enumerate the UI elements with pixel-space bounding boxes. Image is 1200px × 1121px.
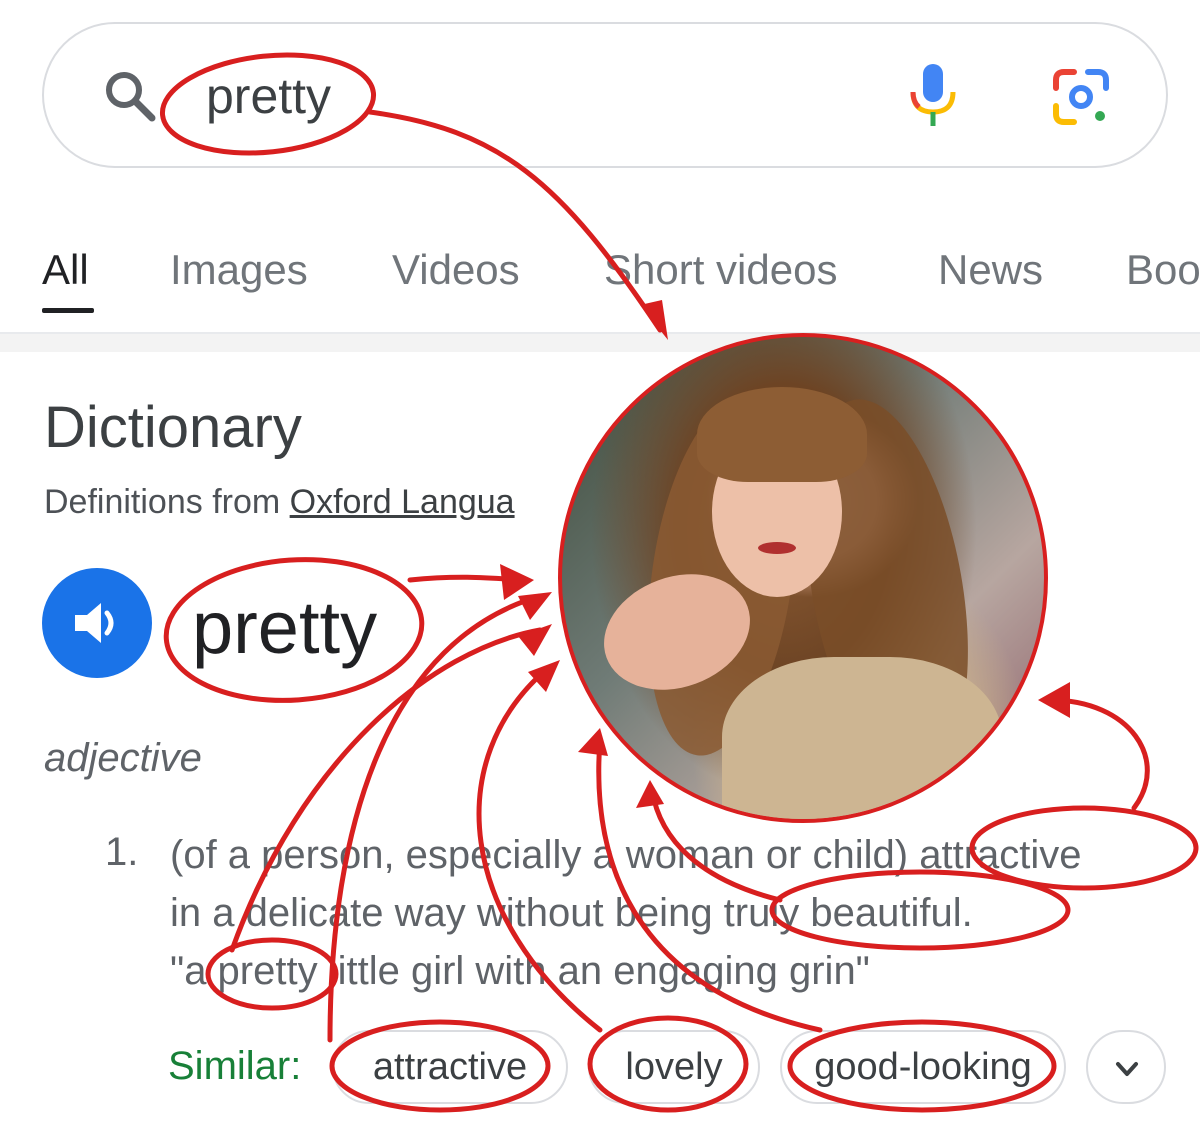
search-query-text[interactable]: pretty: [206, 66, 331, 126]
speaker-icon: [75, 603, 114, 643]
tab-short-videos[interactable]: Short videos: [604, 246, 837, 294]
tab-images[interactable]: Images: [170, 246, 308, 294]
active-tab-indicator: [42, 308, 94, 313]
chevron-down-icon: [1116, 1062, 1138, 1076]
annotation-arrowhead: [518, 624, 552, 656]
annotation-arrowhead: [528, 660, 560, 692]
photo-shape: [758, 542, 796, 554]
similar-label: Similar:: [168, 1044, 302, 1088]
dictionary-source-prefix: Definitions from: [44, 483, 290, 521]
google-lens-icon[interactable]: [1050, 66, 1112, 128]
annotation-arrowhead: [1038, 682, 1070, 718]
annotation-arrowhead: [500, 564, 534, 600]
annotation-arrowhead: [636, 780, 664, 808]
search-tabs: All Images Videos Short videos News Boo: [0, 236, 1200, 326]
definition-line: in a delicate way without being truly be…: [170, 891, 973, 935]
similar-chip-attractive[interactable]: attractive: [332, 1030, 568, 1104]
oxford-languages-link[interactable]: Oxford Langua: [290, 483, 515, 521]
definition-number: 1.: [105, 830, 139, 874]
tab-all[interactable]: All: [42, 246, 89, 294]
microphone-icon[interactable]: [905, 62, 961, 128]
pronunciation-button[interactable]: [42, 568, 152, 678]
annotation-arrow: [1047, 697, 1150, 811]
portrait-photo: [558, 333, 1048, 823]
annotation-arrowhead: [578, 728, 608, 756]
search-icon[interactable]: [100, 66, 160, 126]
dictionary-source: Definitions from Oxford Langua: [44, 483, 515, 522]
dictionary-heading: Dictionary: [44, 395, 302, 460]
photo-shape: [697, 387, 867, 482]
tab-books[interactable]: Boo: [1126, 246, 1200, 294]
similar-chip-lovely[interactable]: lovely: [588, 1030, 760, 1104]
dictionary-word: pretty: [192, 586, 378, 669]
section-separator: [0, 334, 1200, 352]
annotation-arrowhead: [518, 592, 552, 620]
definition-line: (of a person, especially a woman or chil…: [170, 833, 1082, 877]
more-similar-button[interactable]: [1086, 1030, 1166, 1104]
definition-text: (of a person, especially a woman or chil…: [170, 826, 1180, 1000]
example-sentence: "a pretty little girl with an engaging g…: [170, 949, 870, 993]
part-of-speech: adjective: [44, 736, 202, 780]
annotation-arrow: [407, 574, 523, 583]
tab-videos[interactable]: Videos: [392, 246, 520, 294]
photo-shape: [722, 657, 1002, 819]
similar-chip-good-looking[interactable]: good-looking: [780, 1030, 1066, 1104]
tab-news[interactable]: News: [938, 246, 1043, 294]
